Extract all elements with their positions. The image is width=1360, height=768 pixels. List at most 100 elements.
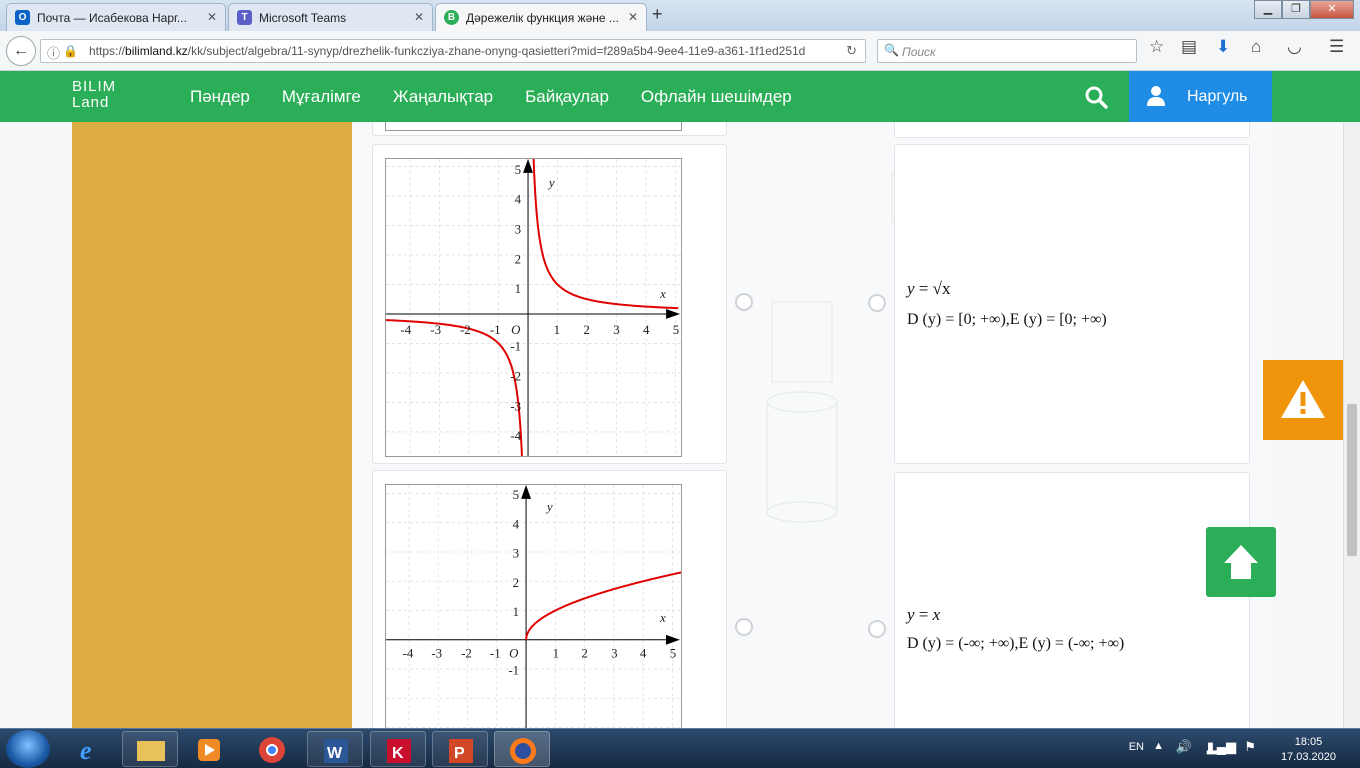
- menu-item-news[interactable]: Жаңалықтар: [393, 87, 493, 107]
- bookmark-star-icon[interactable]: ☆: [1149, 37, 1164, 57]
- svg-text:e: e: [80, 736, 92, 765]
- x-tick: 3: [613, 322, 619, 337]
- x-tick: -4: [403, 647, 414, 661]
- home-icon[interactable]: ⌂: [1251, 37, 1261, 57]
- x-tick: -2: [461, 647, 472, 661]
- browser-nav-bar: ← ⓘ 🔒 https://bilimland.kz/kk/subject/al…: [0, 31, 1360, 71]
- lock-icon: 🔒: [63, 44, 78, 58]
- graph-card-2: y x O -4 -3 -2 -1 1 2 3 4 5 5 4 3 2 1 -1: [372, 470, 727, 728]
- scroll-to-top-button[interactable]: [1206, 527, 1276, 597]
- range-text: E (y) = (-∞; +∞): [1018, 635, 1125, 652]
- firefox-icon[interactable]: [494, 731, 550, 767]
- close-icon[interactable]: ✕: [207, 10, 217, 24]
- search-placeholder: Поиск: [902, 45, 936, 59]
- domain-text: D (y) = (-∞; +∞),: [907, 635, 1019, 652]
- bilimland-favicon-icon: B: [444, 10, 459, 25]
- x-tick: 1: [554, 322, 560, 337]
- info-icon[interactable]: ⓘ: [47, 43, 60, 62]
- close-window-button[interactable]: ✕: [1310, 0, 1354, 19]
- curve-positive-branch: [532, 159, 679, 310]
- start-button[interactable]: [6, 730, 50, 768]
- back-button[interactable]: ←: [6, 36, 36, 66]
- clock[interactable]: 18:05 17.03.2020: [1281, 735, 1336, 765]
- range-text: E (y) = [0; +∞): [1009, 311, 1107, 328]
- page-scrollbar[interactable]: [1343, 122, 1360, 728]
- match-radio-right-1[interactable]: [868, 294, 886, 312]
- tab-label: Microsoft Teams: [259, 11, 347, 25]
- y-tick: -1: [510, 339, 521, 354]
- formula-lhs: y: [907, 279, 915, 298]
- outlook-icon: O: [15, 10, 30, 25]
- media-player-icon[interactable]: [182, 731, 238, 767]
- search-input[interactable]: 🔍 Поиск: [877, 39, 1137, 63]
- tray-arrow-icon[interactable]: ▲: [1153, 740, 1164, 752]
- warning-icon: [1281, 380, 1325, 418]
- new-tab-button[interactable]: +: [652, 4, 663, 25]
- powerpoint-icon[interactable]: P: [432, 731, 488, 767]
- minimize-button[interactable]: ▁: [1254, 0, 1282, 19]
- search-icon: 🔍: [884, 43, 899, 57]
- search-icon[interactable]: [1084, 85, 1108, 109]
- flag-icon[interactable]: ⚑: [1244, 739, 1256, 755]
- curve-negative-branch: [386, 319, 523, 456]
- y-axis-label: y: [545, 500, 553, 514]
- chrome-icon[interactable]: [244, 731, 300, 767]
- y-tick: 2: [513, 576, 519, 590]
- menu-item-contests[interactable]: Байқаулар: [525, 87, 609, 107]
- match-radio-right-2[interactable]: [868, 620, 886, 638]
- origin-label: O: [511, 322, 521, 337]
- windows-taskbar: e W K P EN ▲ 🔊 ▮ ▂▄▆ ⚑ 18:05 17.03.2020: [0, 728, 1360, 768]
- download-icon[interactable]: ⬇: [1216, 37, 1230, 57]
- close-icon[interactable]: ✕: [414, 10, 424, 24]
- prev-graph: [385, 122, 682, 131]
- y-tick: -2: [510, 369, 521, 384]
- arrow-up-icon: [1224, 545, 1258, 579]
- tab-mail[interactable]: O Почта — Исабекова Нарг... ✕: [6, 3, 226, 31]
- y-tick: 4: [515, 192, 522, 207]
- tab-label: Почта — Исабекова Нарг...: [37, 11, 187, 25]
- volume-icon[interactable]: 🔊: [1176, 739, 1192, 755]
- reading-list-icon[interactable]: ▤: [1181, 37, 1197, 57]
- pocket-icon[interactable]: ◡: [1287, 37, 1302, 57]
- word-icon[interactable]: W: [307, 731, 363, 767]
- reload-icon[interactable]: ↻: [846, 43, 857, 59]
- y-tick: 4: [513, 518, 520, 532]
- tab-teams[interactable]: T Microsoft Teams ✕: [228, 3, 433, 31]
- domain-range-text: D (y) = (-∞; +∞),E (y) = (-∞; +∞): [907, 635, 1124, 653]
- url-domain: bilimland.kz: [125, 44, 188, 58]
- ie-icon[interactable]: e: [64, 731, 120, 767]
- url-path: /kk/subject/algebra/11-synyp/drezhelik-f…: [187, 44, 806, 58]
- bilimland-logo[interactable]: BILIM Land: [72, 79, 116, 111]
- clock-date: 17.03.2020: [1280, 751, 1336, 763]
- x-tick: 5: [673, 322, 679, 337]
- y-tick: 5: [513, 488, 519, 502]
- menu-item-offline[interactable]: Офлайн шешімдер: [641, 87, 792, 107]
- formula-lhs: y: [907, 605, 915, 624]
- window-controls: ▁ ❐ ✕: [1254, 0, 1354, 19]
- menu-item-subjects[interactable]: Пәндер: [190, 87, 250, 107]
- user-profile-button[interactable]: Наргуль: [1129, 71, 1272, 122]
- x-tick: 4: [640, 647, 647, 661]
- network-icon[interactable]: ▂▄▆: [1207, 739, 1236, 755]
- report-error-button[interactable]: [1263, 360, 1343, 440]
- match-radio-left-1[interactable]: [735, 293, 753, 311]
- x-tick: 1: [553, 647, 559, 661]
- tab-bilimland[interactable]: B Дәрежелік функция және ... ✕: [435, 3, 647, 31]
- language-indicator[interactable]: EN: [1129, 741, 1144, 753]
- sqrt-curve: [525, 571, 681, 640]
- x-tick: 2: [581, 647, 587, 661]
- close-icon[interactable]: ✕: [628, 10, 638, 24]
- svg-text:P: P: [454, 745, 465, 762]
- match-radio-left-2[interactable]: [735, 618, 753, 636]
- prev-graph-card: [372, 122, 727, 136]
- menu-item-teachers[interactable]: Мұғалімге: [282, 87, 361, 107]
- explorer-icon[interactable]: [122, 731, 178, 767]
- address-bar[interactable]: ⓘ 🔒 https://bilimland.kz/kk/subject/alge…: [40, 39, 866, 63]
- y-tick: -3: [510, 398, 521, 413]
- scrollbar-thumb[interactable]: [1347, 404, 1357, 556]
- answer-card-2: y = x D (y) = (-∞; +∞),E (y) = (-∞; +∞): [894, 472, 1250, 728]
- kaspersky-icon[interactable]: K: [370, 731, 426, 767]
- menu-icon[interactable]: ☰: [1329, 37, 1344, 57]
- maximize-button[interactable]: ❐: [1282, 0, 1310, 19]
- x-axis-label: x: [659, 611, 666, 625]
